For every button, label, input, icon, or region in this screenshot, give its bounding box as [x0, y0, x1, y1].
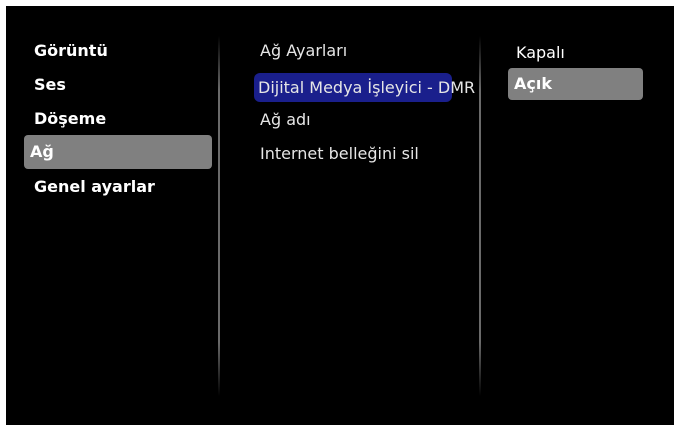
- submenu-item-dmr[interactable]: Dijital Medya İşleyici - DMR: [254, 73, 475, 102]
- submenu-item-network-settings[interactable]: Ağ Ayarları: [254, 34, 454, 68]
- column-divider: [218, 36, 220, 396]
- option-on[interactable]: Açık: [508, 68, 643, 100]
- menu-item-picture[interactable]: Görüntü: [28, 34, 212, 68]
- submenu-item-clear-internet-memory[interactable]: Internet belleğini sil: [254, 137, 454, 171]
- option-off[interactable]: Kapalı: [510, 36, 644, 70]
- column-divider: [479, 36, 481, 396]
- menu-item-network[interactable]: Ağ: [24, 135, 212, 169]
- submenu-item-network-name[interactable]: Ağ adı: [254, 103, 454, 137]
- menu-item-sound[interactable]: Ses: [28, 68, 212, 102]
- menu-item-tiling[interactable]: Döşeme: [28, 102, 212, 136]
- menu-item-general-settings[interactable]: Genel ayarlar: [28, 170, 212, 204]
- settings-screen: Görüntü Ses Döşeme Ağ Genel ayarlar Ağ A…: [6, 6, 674, 425]
